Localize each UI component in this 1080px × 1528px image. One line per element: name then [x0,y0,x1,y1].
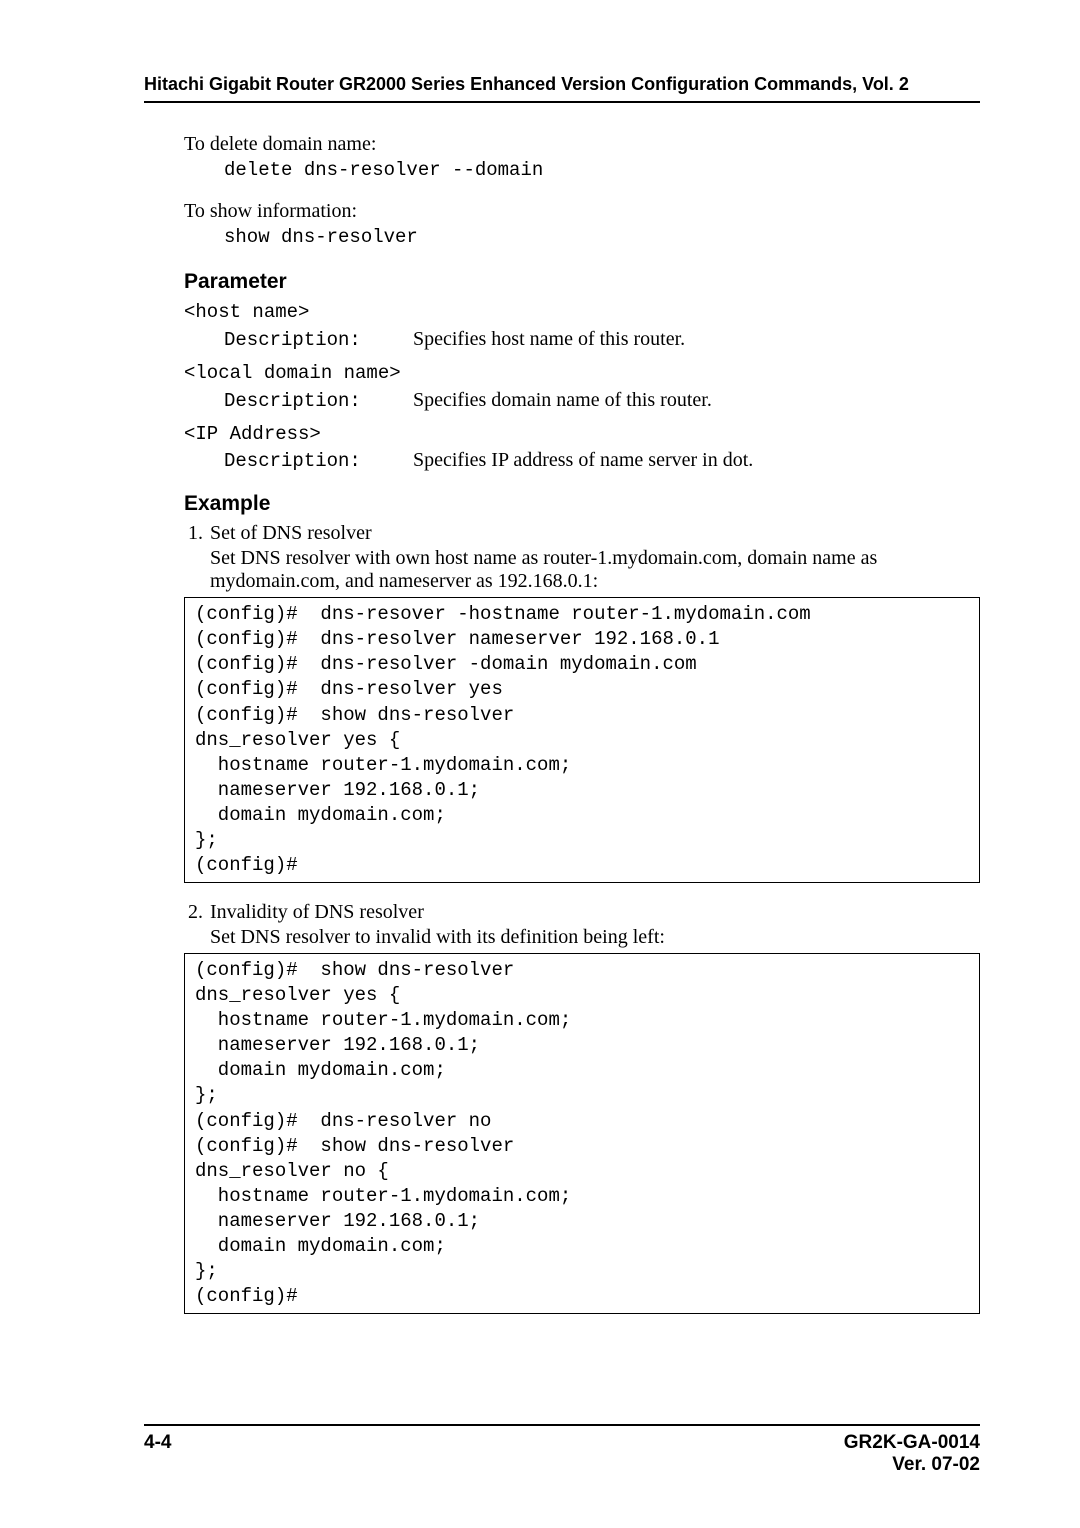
code-block-1: (config)# dns-resover -hostname router-1… [184,597,980,883]
footer-version: Ver. 07-02 [844,1454,980,1476]
example-list: Invalidity of DNS resolver Set DNS resol… [144,901,980,949]
example-desc: Set DNS resolver to invalid with its def… [210,926,980,949]
param-row: Description: Specifies domain name of th… [224,389,980,412]
example-title: Invalidity of DNS resolver [210,901,980,924]
running-header: Hitachi Gigabit Router GR2000 Series Enh… [144,74,980,103]
page-footer: 4-4 GR2K-GA-0014 Ver. 07-02 [144,1424,980,1476]
param-label: Description: [224,450,409,472]
show-info-cmd: show dns-resolver [224,225,980,251]
param-desc: Specifies host name of this router. [413,328,685,350]
example-heading: Example [184,492,980,516]
delete-domain-title: To delete domain name: [184,131,980,158]
param-row: Description: Specifies host name of this… [224,328,980,351]
example-title: Set of DNS resolver [210,522,980,545]
parameter-heading: Parameter [184,270,980,294]
footer-page-number: 4-4 [144,1432,171,1476]
param-row: Description: Specifies IP address of nam… [224,449,980,472]
param-name-local-domain: <local domain name> [184,361,980,387]
show-info-title: To show information: [184,198,980,225]
example-desc: Set DNS resolver with own host name as r… [210,547,980,593]
param-label: Description: [224,329,409,351]
example-list: Set of DNS resolver Set DNS resolver wit… [144,522,980,593]
delete-domain-cmd: delete dns-resolver --domain [224,158,980,184]
footer-doc-id: GR2K-GA-0014 [844,1432,980,1454]
param-desc: Specifies domain name of this router. [413,389,712,411]
example-item-2: Invalidity of DNS resolver Set DNS resol… [208,901,980,949]
example-item-1: Set of DNS resolver Set DNS resolver wit… [208,522,980,593]
param-label: Description: [224,390,409,412]
param-name-ip: <IP Address> [184,422,980,448]
page: Hitachi Gigabit Router GR2000 Series Enh… [0,0,1080,1528]
code-block-2: (config)# show dns-resolver dns_resolver… [184,953,980,1314]
param-name-host: <host name> [184,300,980,326]
param-desc: Specifies IP address of name server in d… [413,449,753,471]
